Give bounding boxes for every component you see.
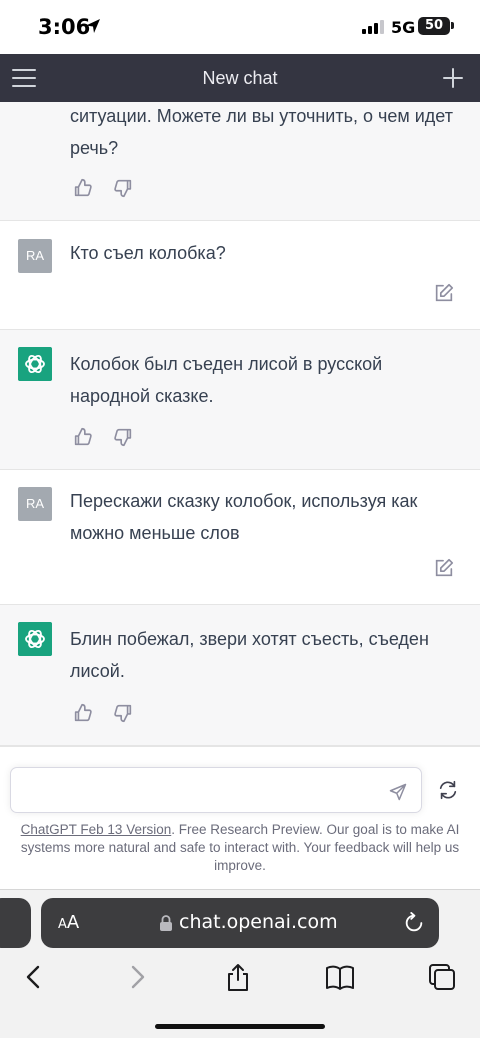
url-text: chat.openai.com xyxy=(179,911,338,933)
status-time: 3:06 xyxy=(38,15,91,39)
assistant-message: Колобок был съеден лисой в русской народ… xyxy=(0,330,480,470)
user-avatar: RA xyxy=(18,487,52,521)
disclaimer-text: ChatGPT Feb 13 Version. Free Research Pr… xyxy=(8,821,472,875)
lock-icon xyxy=(160,915,172,931)
assistant-message: Блин побежал, звери хотят съесть, съеден… xyxy=(0,605,480,746)
regenerate-icon[interactable] xyxy=(437,779,459,801)
text-size-button[interactable]: AA xyxy=(58,912,79,933)
send-icon[interactable] xyxy=(388,782,408,802)
thumbs-down-icon[interactable] xyxy=(112,177,134,199)
chatgpt-logo-icon xyxy=(18,347,52,381)
battery-cap xyxy=(451,22,454,29)
version-link[interactable]: ChatGPT Feb 13 Version xyxy=(21,822,172,837)
browser-toolbar: AA chat.openai.com xyxy=(0,889,480,1038)
tabs-icon[interactable] xyxy=(427,963,457,991)
assistant-message: ситуации. Можете ли вы уточнить, о чем и… xyxy=(0,102,480,221)
forward-icon[interactable] xyxy=(122,963,152,991)
message-input[interactable] xyxy=(10,767,422,813)
status-bar: 3:06 5G 50 xyxy=(0,0,480,54)
edit-icon[interactable] xyxy=(433,282,455,304)
thumbs-down-icon[interactable] xyxy=(112,426,134,448)
network-type: 5G xyxy=(391,18,416,37)
user-message: RA Перескажи сказку колобок, используя к… xyxy=(0,470,480,605)
home-indicator xyxy=(155,1024,325,1029)
cellular-signal-icon xyxy=(362,20,384,34)
edit-icon[interactable] xyxy=(433,557,455,579)
reload-icon[interactable] xyxy=(403,912,425,934)
back-icon[interactable] xyxy=(19,963,49,991)
top-nav: New chat xyxy=(0,54,480,102)
chatgpt-logo-icon xyxy=(18,622,52,656)
user-message: RA Кто съел колобка? xyxy=(0,221,480,330)
bookmarks-icon[interactable] xyxy=(325,963,355,991)
location-arrow-icon xyxy=(86,19,100,33)
composer-area: ChatGPT Feb 13 Version. Free Research Pr… xyxy=(0,746,480,889)
message-text: ситуации. Можете ли вы уточнить, о чем и… xyxy=(70,106,453,158)
battery-indicator: 50 xyxy=(418,17,450,35)
thumbs-down-icon[interactable] xyxy=(112,702,134,724)
message-text: Перескажи сказку колобок, используя как … xyxy=(70,491,418,543)
user-avatar: RA xyxy=(18,239,52,273)
message-text: Блин побежал, звери хотят съесть, съеден… xyxy=(70,629,429,681)
thumbs-up-icon[interactable] xyxy=(72,426,94,448)
share-icon[interactable] xyxy=(223,963,253,991)
address-bar[interactable]: AA chat.openai.com xyxy=(41,898,439,948)
plus-icon[interactable] xyxy=(441,66,465,90)
thumbs-up-icon[interactable] xyxy=(72,702,94,724)
thumbs-up-icon[interactable] xyxy=(72,177,94,199)
message-text: Кто съел колобка? xyxy=(70,243,226,263)
page-title: New chat xyxy=(202,68,278,88)
message-text: Колобок был съеден лисой в русской народ… xyxy=(70,354,383,406)
previous-tab-preview[interactable] xyxy=(0,898,31,948)
